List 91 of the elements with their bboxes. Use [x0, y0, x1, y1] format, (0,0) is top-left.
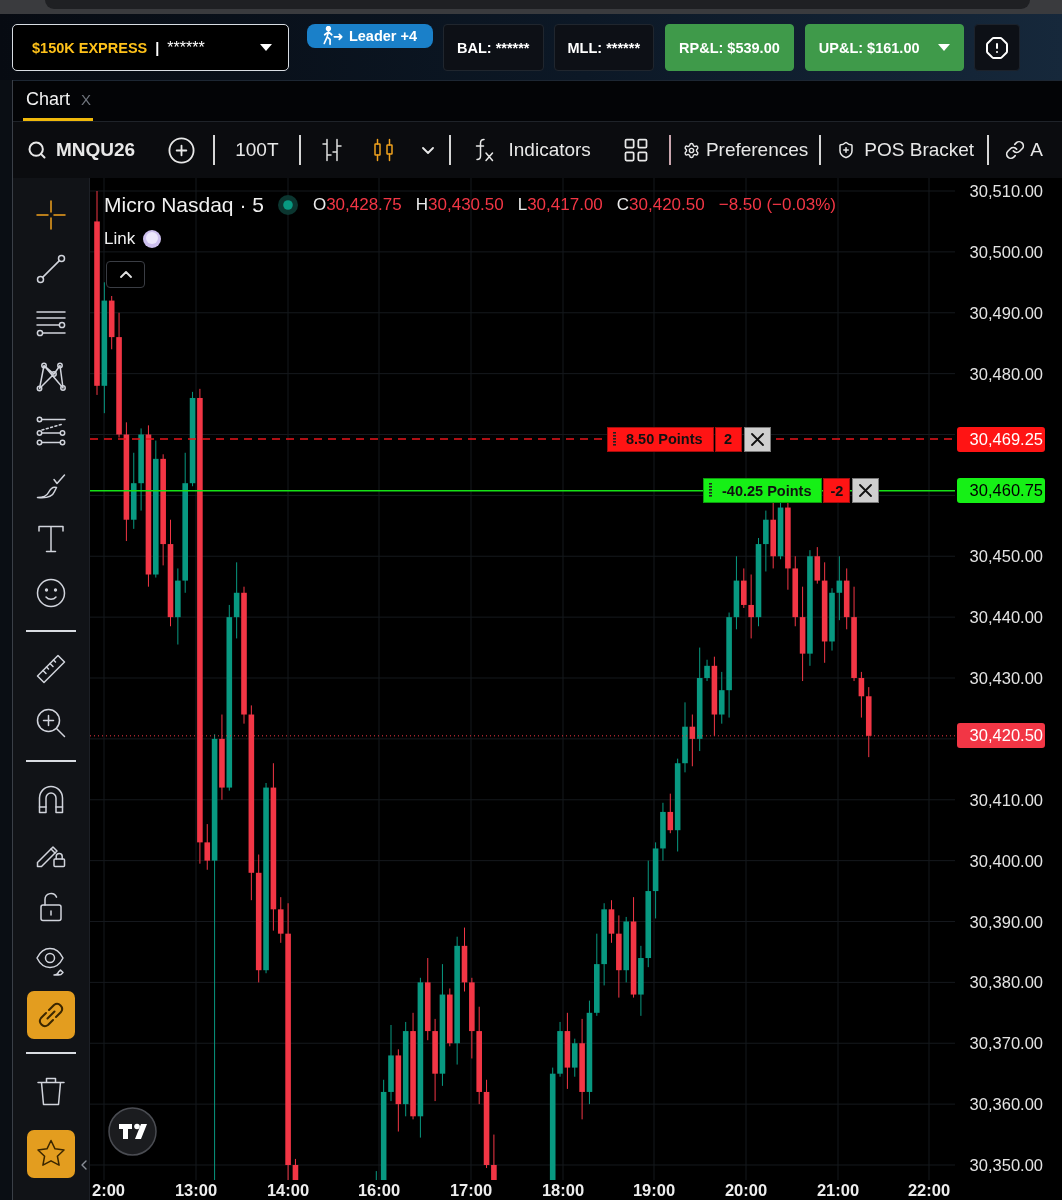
eye-icon [36, 946, 66, 976]
indicators-button[interactable]: Indicators [470, 132, 591, 168]
bracket-button[interactable]: POS Bracket [837, 132, 975, 168]
link-icon [1005, 140, 1026, 160]
trash-icon [36, 1076, 66, 1106]
grip-icon [613, 431, 616, 447]
zigzag-pattern-icon [36, 362, 66, 392]
time-axis-label: 13:00 [174, 1180, 218, 1200]
ohlc-bars-icon [319, 138, 344, 162]
ruler-icon [36, 654, 66, 684]
link-label: Link [104, 229, 136, 249]
order-close-button[interactable] [852, 478, 880, 504]
time-axis-label: 21:00 [816, 1180, 860, 1200]
price-axis-label: 30,350.00 [969, 1155, 1043, 1175]
price-axis-label: 30,510.00 [969, 181, 1043, 201]
order-points-label[interactable]: -40.25 Points [703, 478, 823, 504]
close-icon [859, 484, 873, 498]
link-icon [36, 1000, 66, 1030]
price-axis-label: 30,410.00 [969, 789, 1043, 810]
shield-icon [837, 141, 856, 159]
price-tag: 30,460.75 [957, 478, 1045, 504]
chevron-left-icon [81, 1160, 87, 1170]
time-axis-label: 19:00 [632, 1180, 676, 1200]
candlestick-icon [371, 138, 396, 162]
price-axis-label: 30,500.00 [969, 241, 1043, 262]
ohlc-value: L30,417.00 [517, 195, 603, 215]
ohlc-value: H30,430.50 [415, 195, 504, 215]
price-axis-label: 30,490.00 [969, 302, 1043, 323]
stat-dropdown-button[interactable]: UP&L: $161.00 [804, 24, 964, 71]
star-icon [36, 1139, 66, 1169]
tab-close-button[interactable]: X [81, 91, 92, 108]
favorites-button[interactable] [27, 1130, 75, 1178]
time-axis-label: 16:00 [357, 1180, 401, 1200]
time-axis-label: 22:00 [907, 1180, 951, 1200]
chevron-up-icon [119, 271, 132, 278]
price-axis-label: 30,390.00 [969, 911, 1043, 932]
search-icon [27, 140, 47, 160]
symbol-search-button[interactable]: MNQU26 [27, 132, 136, 168]
plus-circle-icon [167, 135, 197, 165]
interval-button[interactable]: 100T [235, 132, 279, 168]
grip-icon [709, 483, 712, 499]
collapse-button[interactable] [106, 261, 145, 288]
trend-line-icon [36, 254, 66, 284]
alert-button[interactable] [973, 24, 1020, 71]
time-axis-label: 14:00 [266, 1180, 310, 1200]
price-axis-label: 30,400.00 [969, 850, 1043, 871]
person-arrow-icon [322, 26, 343, 46]
smiley-icon [36, 578, 66, 608]
stat-chip: RP&L: $539.00 [665, 24, 794, 71]
settings-icon [682, 141, 700, 159]
leader-badge[interactable]: Leader +4 [307, 24, 433, 48]
horizontal-lines-icon [36, 308, 66, 338]
price-axis-label: 30,370.00 [969, 1033, 1043, 1054]
last-price-tag: 30,420.50 [957, 723, 1045, 749]
order-quantity-label[interactable]: 2 [714, 426, 742, 452]
order-close-button[interactable] [743, 426, 771, 452]
order-quantity-label[interactable]: -2 [823, 478, 851, 504]
text-icon [36, 524, 66, 554]
logo-icon [108, 1107, 157, 1156]
price-axis-label: 30,480.00 [969, 363, 1043, 384]
price-axis-label: 30,360.00 [969, 1094, 1043, 1115]
ohlc-value: O30,428.75 [312, 195, 402, 215]
price-axis-label: 30,380.00 [969, 972, 1043, 993]
price-tag: 30,469.25 [957, 426, 1045, 452]
time-axis-label: 2:00 [92, 1180, 126, 1200]
dotted-lines-icon [36, 416, 66, 446]
symbol-title: Micro Nasdaq · 5 [104, 193, 264, 217]
chart-plot-area[interactable]: Micro Nasdaq · 5 O30,428.75 H30,430.50 L30,417.00 C30,420.50 −8.50 (−0.03%) Link 8.50 Points 2 -40.25 Points -2 [90, 178, 955, 1180]
ohlc-value: C30,420.50 [616, 195, 705, 215]
price-axis-label: 30,430.00 [969, 668, 1043, 688]
close-icon [750, 432, 764, 446]
time-axis-label: 17:00 [449, 1180, 493, 1200]
zoom-in-icon [36, 708, 66, 738]
time-axis-label: 18:00 [541, 1180, 585, 1200]
chevron-down-icon [421, 146, 434, 154]
price-axis-label: 30,440.00 [969, 607, 1043, 628]
link-button[interactable]: A [1005, 132, 1043, 168]
magnet-icon [36, 784, 66, 814]
price-change: −8.50 (−0.03%) [718, 195, 836, 215]
alert-icon [984, 35, 1009, 60]
preferences-button[interactable]: Preferences [682, 132, 809, 168]
account-dropdown[interactable]: $150K EXPRESS | ****** [12, 24, 289, 71]
stat-chip: MLL: ****** [553, 24, 655, 71]
toggle-button[interactable] [27, 991, 75, 1039]
time-axis-label: 20:00 [724, 1180, 768, 1200]
price-axis-label: 30,450.00 [969, 546, 1043, 567]
caret-down-icon [260, 44, 272, 51]
order-points-label[interactable]: 8.50 Points [607, 426, 714, 452]
stat-chip: BAL: ****** [443, 24, 544, 71]
crosshair-icon [36, 200, 66, 230]
dot-icon [143, 230, 162, 248]
